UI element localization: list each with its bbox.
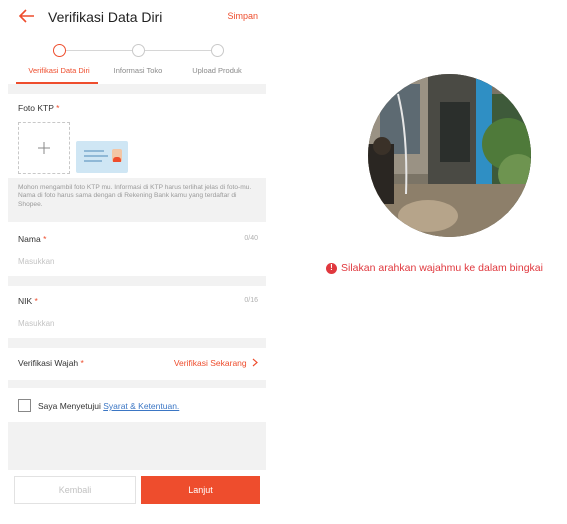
chevron-right-icon bbox=[252, 358, 258, 367]
step-3-label: Upload Produk bbox=[192, 66, 242, 75]
camera-feed-image bbox=[368, 74, 531, 237]
face-position-message: Silakan arahkan wajahmu ke dalam bingkai bbox=[341, 262, 543, 274]
terms-checkbox[interactable] bbox=[18, 399, 31, 412]
section-divider bbox=[8, 276, 266, 286]
section-divider bbox=[8, 84, 266, 94]
step-1-indicator bbox=[53, 44, 66, 57]
nik-field-label: NIK * bbox=[18, 296, 38, 306]
name-field-label: Nama * bbox=[18, 234, 47, 244]
ktp-upload-button[interactable] bbox=[18, 122, 70, 174]
step-connector bbox=[145, 50, 211, 51]
next-button[interactable]: Lanjut bbox=[141, 476, 260, 504]
step-1-label: Verifikasi Data Diri bbox=[28, 66, 90, 75]
section-divider bbox=[8, 338, 266, 348]
ktp-photo-label: Foto KTP * bbox=[18, 103, 60, 113]
step-connector bbox=[66, 50, 132, 51]
name-input[interactable]: Masukkan bbox=[18, 257, 54, 266]
plus-icon bbox=[38, 142, 50, 154]
verification-form-screen: Verifikasi Data Diri Simpan Verifikasi D… bbox=[8, 0, 266, 524]
step-3-indicator bbox=[211, 44, 224, 57]
step-2-indicator bbox=[132, 44, 145, 57]
section-divider bbox=[8, 380, 266, 388]
ktp-hint-text: Mohon mengambil foto KTP mu. Informasi d… bbox=[8, 178, 266, 222]
name-char-counter: 0/40 bbox=[244, 235, 258, 242]
step-2-label: Informasi Toko bbox=[113, 66, 163, 75]
face-verification-label: Verifikasi Wajah * bbox=[18, 358, 84, 368]
verify-now-button[interactable]: Verifikasi Sekarang bbox=[174, 358, 258, 368]
back-arrow-icon[interactable] bbox=[18, 8, 36, 24]
alert-icon: ! bbox=[326, 262, 337, 274]
page-title: Verifikasi Data Diri bbox=[48, 9, 163, 25]
progress-stepper: Verifikasi Data Diri Informasi Toko Uplo… bbox=[8, 38, 266, 82]
ktp-portrait-icon bbox=[112, 149, 122, 162]
nik-input[interactable]: Masukkan bbox=[18, 319, 54, 328]
terms-agreement-text: Saya Menyetujui Syarat & Ketentuan. bbox=[38, 401, 180, 411]
face-position-warning: ! Silakan arahkan wajahmu ke dalam bingk… bbox=[326, 262, 543, 274]
face-camera-preview bbox=[368, 74, 531, 237]
save-button[interactable]: Simpan bbox=[227, 11, 258, 21]
ktp-example-image bbox=[76, 141, 128, 173]
footer-spacer bbox=[8, 422, 266, 470]
terms-link[interactable]: Syarat & Ketentuan. bbox=[103, 401, 179, 411]
app-header: Verifikasi Data Diri Simpan bbox=[8, 0, 266, 32]
back-button[interactable]: Kembali bbox=[14, 476, 136, 504]
nik-char-counter: 0/16 bbox=[244, 297, 258, 304]
